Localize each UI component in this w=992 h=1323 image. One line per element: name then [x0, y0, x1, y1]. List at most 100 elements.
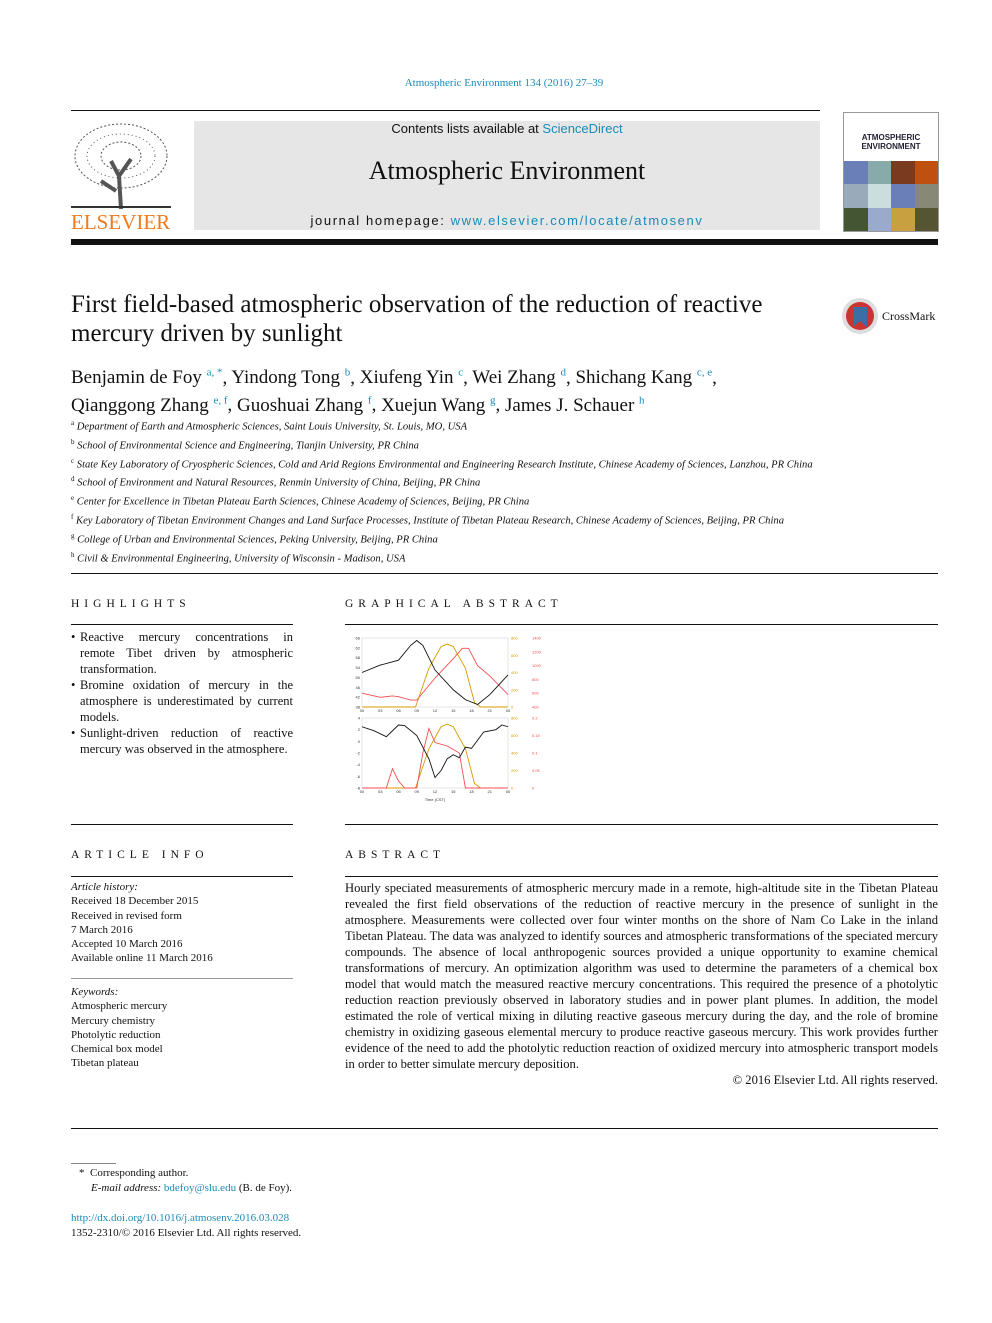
right-tick-label: 0.1 — [532, 751, 538, 756]
journal-reference-link[interactable]: Atmospheric Environment 134 (2016) 27–39 — [0, 77, 992, 89]
graphical-abstract-figure: 3842465054586266020040060080040060080010… — [356, 636, 542, 803]
affiliation: d School of Environment and Natural Reso… — [71, 472, 831, 491]
homepage-link[interactable]: www.elsevier.com/locate/atmosenv — [451, 213, 704, 228]
crossmark-button[interactable]: CrossMark — [841, 297, 935, 335]
journal-title: Atmospheric Environment — [368, 156, 646, 185]
author: Guoshuai Zhang f — [237, 394, 372, 416]
black-series-line — [361, 724, 509, 779]
y-tick-label: 46 — [356, 685, 361, 690]
contents-line: Contents lists available at ScienceDirec… — [194, 121, 820, 136]
author: Benjamin de Foy a, * — [71, 367, 223, 388]
x-tick-label: 18 — [469, 789, 474, 794]
email-suffix: (B. de Foy). — [236, 1182, 292, 1194]
right-tick-label: 800 — [532, 677, 539, 682]
history-item: 7 March 2016 — [71, 923, 133, 936]
keyword: Atmospheric mercury — [71, 1000, 168, 1013]
author-affiliation-marker[interactable]: d — [560, 367, 566, 379]
author-affiliation-marker[interactable]: e, f — [213, 394, 227, 406]
affiliation-text: Department of Earth and Atmospheric Scie… — [76, 421, 468, 433]
history-item: Available online 11 March 2016 — [71, 952, 213, 965]
author-name: Wei Zhang — [472, 367, 556, 389]
y-tick-label: 2 — [358, 727, 361, 732]
abstract-copyright: © 2016 Elsevier Ltd. All rights reserved… — [732, 1073, 938, 1087]
divider — [345, 824, 938, 825]
homepage-label: journal homepage: — [310, 213, 451, 228]
author-affiliation-marker[interactable]: f — [368, 394, 372, 406]
x-tick-label: 09 — [415, 708, 420, 713]
x-tick-label: 03 — [378, 789, 383, 794]
homepage-line: journal homepage: www.elsevier.com/locat… — [194, 213, 820, 228]
affiliation: f Key Laboratory of Tibetan Environment … — [71, 510, 831, 529]
y-tick-label: 54 — [356, 665, 361, 670]
affiliation-key: f — [71, 513, 74, 522]
y-tick-label: 62 — [356, 645, 361, 650]
footnote-mark: * — [79, 1167, 85, 1179]
affiliation-key: b — [71, 437, 75, 446]
affiliation-text: Key Laboratory of Tibetan Environment Ch… — [76, 515, 785, 527]
author: Xuejun Wang g — [381, 394, 496, 415]
affiliation: e Center for Excellence in Tibetan Plate… — [71, 491, 831, 510]
doi-link[interactable]: http://dx.doi.org/10.1016/j.atmosenv.201… — [71, 1211, 289, 1226]
header-rule — [71, 110, 820, 111]
affiliation: c State Key Laboratory of Cryospheric Sc… — [71, 454, 831, 473]
author: Yindong Tong b — [231, 367, 350, 388]
keyword: Photolytic reduction — [71, 1028, 161, 1041]
author-affiliation-marker[interactable]: g — [490, 394, 496, 406]
crossmark-label: CrossMark — [882, 308, 936, 323]
article-info-heading: ARTICLE INFO — [71, 849, 209, 861]
email-note: E-mail address: bdefoy@slu.edu (B. de Fo… — [91, 1181, 292, 1196]
author-affiliation-marker[interactable]: b — [345, 367, 351, 379]
author-name: Xiufeng Yin — [359, 367, 454, 389]
corresponding-author-note: * Corresponding author. — [79, 1166, 188, 1181]
affiliation-key: g — [71, 531, 75, 540]
solar-tick-label: 600 — [511, 733, 518, 738]
author-affiliation-marker[interactable]: c, e — [697, 367, 712, 379]
affiliation-key: a — [71, 419, 75, 427]
email-link[interactable]: bdefoy@slu.edu — [164, 1182, 236, 1194]
right-tick-label: 0.2 — [532, 716, 538, 721]
x-tick-label: 06 — [396, 708, 401, 713]
y-tick-label: 58 — [356, 655, 361, 660]
y-tick-label: 42 — [356, 695, 361, 700]
cover-title: ATMOSPHERIC ENVIRONMENT — [861, 133, 921, 151]
paper-page: Atmospheric Environment 134 (2016) 27–39… — [0, 0, 992, 1323]
author-affiliation-marker[interactable]: h — [639, 394, 645, 406]
affiliation: h Civil & Environmental Engineering, Uni… — [71, 548, 831, 567]
right-tick-label: 0.15 — [532, 733, 541, 738]
highlight-item: Reactive mercury concentrations in remot… — [71, 629, 293, 677]
y-tick-label: -2 — [356, 751, 360, 756]
history-item: Accepted 10 March 2016 — [71, 938, 183, 951]
x-tick-label: 00 — [360, 708, 365, 713]
y-tick-label: 66 — [356, 636, 361, 641]
highlight-item: Bromine oxidation of mercury in the atmo… — [71, 677, 293, 725]
y-tick-label: -4 — [356, 762, 360, 767]
right-tick-label: 0 — [532, 786, 535, 791]
affiliation-text: School of Environment and Natural Resour… — [77, 478, 481, 490]
y-tick-label: 4 — [358, 716, 361, 721]
y-tick-label: 0 — [358, 739, 361, 744]
author-name: Benjamin de Foy — [71, 367, 202, 389]
elsevier-wordmark: ELSEVIER — [71, 210, 171, 234]
history-item: Received 18 December 2015 — [71, 895, 199, 908]
affiliation-text: Center for Excellence in Tibetan Plateau… — [76, 496, 530, 508]
keyword: Mercury chemistry — [71, 1014, 155, 1027]
abstract-heading: ABSTRACT — [345, 849, 446, 861]
author-name: James J. Schauer — [505, 394, 635, 416]
divider — [71, 978, 293, 979]
abstract-text: Hourly speciated measurements of atmosph… — [345, 881, 938, 1071]
author-affiliation-marker[interactable]: c — [458, 367, 463, 379]
article-title: First field-based atmospheric observatio… — [71, 291, 763, 347]
sciencedirect-link[interactable]: ScienceDirect — [542, 121, 622, 136]
affiliation-key: e — [71, 494, 75, 503]
x-tick-label: 03 — [378, 708, 383, 713]
affiliation-text: College of Urban and Environmental Scien… — [77, 534, 438, 546]
affiliation: b School of Environmental Science and En… — [71, 435, 831, 454]
solar-tick-label: 200 — [511, 768, 518, 773]
author-name: Guoshuai Zhang — [237, 394, 364, 416]
x-tick-label: 00 — [506, 789, 511, 794]
x-tick-label: 06 — [396, 789, 401, 794]
author-affiliation-marker[interactable]: a, * — [207, 367, 223, 379]
divider — [71, 876, 293, 877]
x-tick-label: 00 — [360, 789, 365, 794]
right-tick-label: 1000 — [532, 663, 542, 668]
